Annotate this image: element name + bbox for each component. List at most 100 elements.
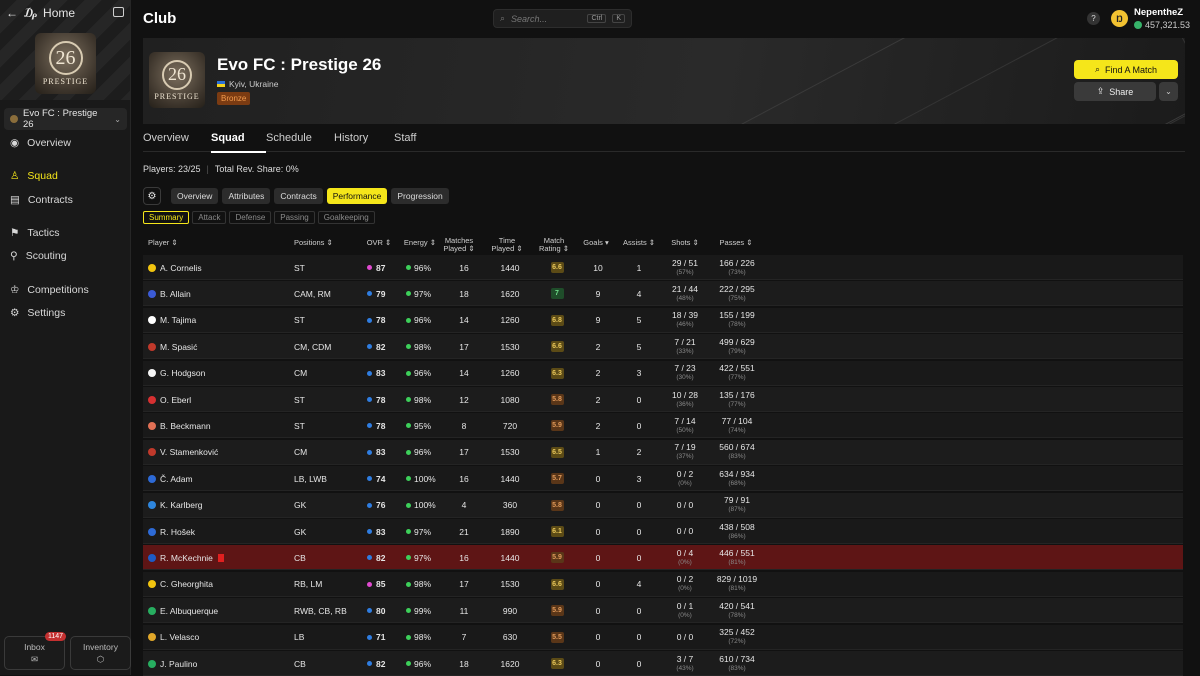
match-rating-badge: 5.8 [550, 499, 564, 511]
tab-staff[interactable]: Staff [394, 124, 444, 152]
player-cell[interactable]: Č. Adam [148, 466, 193, 491]
avatar[interactable]: Ŋ [1111, 10, 1128, 27]
matches-played-cell: 21 [459, 526, 469, 537]
share-options-button[interactable]: ⌄ [1159, 82, 1178, 101]
search-input[interactable]: ⌕ Search... Ctrl K [493, 9, 632, 28]
subview-passing[interactable]: Passing [274, 211, 315, 224]
player-cell[interactable]: V. Stamenković [148, 440, 218, 465]
col-ovr[interactable]: OVR ⇕ [359, 239, 399, 247]
player-cell[interactable]: G. Hodgson [148, 361, 205, 386]
ovr-cell: 83 [367, 519, 385, 544]
find-match-button[interactable]: ⌕ Find A Match [1074, 60, 1178, 79]
col-time-played[interactable]: Time Played ⇕ [487, 237, 527, 253]
passes-value: 422 / 551 [719, 363, 755, 374]
ovr-value: 78 [376, 394, 386, 405]
col-energy[interactable]: Energy ⇕ [397, 239, 443, 247]
ovr-value: 79 [376, 288, 386, 299]
sidebar-item-tactics[interactable]: ⚑ Tactics [0, 223, 131, 243]
energy-dot-icon [406, 397, 411, 402]
player-cell[interactable]: E. Albuquerque [148, 598, 218, 623]
table-row[interactable]: R. Hošek GK 83 97% 21 1890 6.1 0 0 0 / 0 438 / 508… [143, 519, 1183, 544]
table-row[interactable]: Č. Adam LB, LWB 74 100% 16 1440 5.7 0 3 0 / 2 (0%)… [143, 466, 1183, 492]
share-button[interactable]: ⇪ Share [1074, 82, 1156, 101]
inventory-button[interactable]: Inventory ⬡ [70, 636, 131, 670]
table-settings-button[interactable]: ⚙ [143, 187, 161, 205]
col-match-rating[interactable]: Match Rating ⇕ [532, 237, 576, 253]
positions-cell: CAM, RM [294, 288, 331, 299]
inbox-button[interactable]: 1147 Inbox ✉ [4, 632, 67, 670]
ovr-dot-icon [367, 608, 372, 614]
table-row[interactable]: C. Gheorghita RB, LM 85 98% 17 1530 6.6 0 4 0 / 2… [143, 571, 1183, 597]
sidebar-item-squad[interactable]: ♙ Squad [0, 166, 131, 186]
home-link[interactable]: ← ₯ Home [6, 6, 75, 20]
collapse-sidebar-icon[interactable] [113, 7, 124, 17]
table-row[interactable]: J. Paulino CB 82 96% 18 1620 6.3 0 0 3 / 7 (43%) 61… [143, 651, 1183, 676]
player-cell[interactable]: M. Spasić [148, 334, 197, 359]
tab-squad[interactable]: Squad [211, 124, 266, 153]
table-row[interactable]: B. Allain CAM, RM 79 97% 18 1620 7 9 4 21 / 44 (48… [143, 281, 1183, 307]
col-assists[interactable]: Assists ⇕ [617, 239, 661, 247]
table-row[interactable]: O. Eberl ST 78 98% 12 1080 5.8 2 0 10 / 28 (36%) 13… [143, 387, 1183, 412]
table-row[interactable]: R. McKechnie CB 82 97% 16 1440 5.9 0 0 0 / 4 (0%) 4… [143, 545, 1183, 571]
table-row[interactable]: L. Velasco LB 71 98% 7 630 5.5 0 0 0 / 0 325 / 452… [143, 624, 1183, 650]
col-positions[interactable]: Positions ⇕ [294, 239, 333, 247]
table-row[interactable]: M. Tajima ST 78 96% 14 1260 6.8 9 5 18 / 39 (46%) 1… [143, 307, 1183, 333]
tab-schedule[interactable]: Schedule [266, 124, 334, 152]
help-icon[interactable]: ? [1087, 12, 1100, 25]
sidebar-item-scouting[interactable]: ⚲ Scouting [0, 246, 131, 266]
view-progression[interactable]: Progression [391, 188, 449, 204]
view-performance[interactable]: Performance [326, 188, 388, 204]
passes-cell: 499 / 629 (79%) [711, 334, 763, 359]
table-row[interactable]: K. Karlberg GK 76 100% 4 360 5.8 0 0 0 / 0 79 / 91… [143, 492, 1183, 518]
rev-share: Total Rev. Share: 0% [214, 164, 299, 174]
player-cell[interactable]: B. Beckmann [148, 413, 211, 438]
sidebar-item-competitions[interactable]: ♔ Competitions [0, 280, 131, 300]
player-cell[interactable]: K. Karlberg [148, 493, 203, 518]
col-shots[interactable]: Shots ⇕ [662, 239, 708, 247]
ovr-value: 78 [376, 420, 386, 431]
col-passes[interactable]: Passes ⇕ [711, 239, 761, 247]
sidebar-item-label: Overview [27, 137, 71, 149]
sidebar-item-overview[interactable]: ◉ Overview [0, 133, 131, 153]
table-row[interactable]: M. Spasić CM, CDM 82 98% 17 1530 6.6 2 5 7 / 21 (3… [143, 334, 1183, 360]
subview-attack[interactable]: Attack [192, 211, 227, 224]
player-cell[interactable]: J. Paulino [148, 651, 197, 676]
tab-history[interactable]: History [334, 124, 394, 152]
table-row[interactable]: A. Cornelis ST 87 96% 16 1440 6.6 10 1 29 / 51 (57… [143, 255, 1183, 280]
username[interactable]: NepentheZ [1134, 7, 1183, 18]
player-cell[interactable]: M. Tajima [148, 308, 196, 333]
view-contracts[interactable]: Contracts [274, 188, 323, 204]
table-row[interactable]: E. Albuquerque RWB, CB, RB 80 99% 11 990 5.9 0 0… [143, 598, 1183, 624]
subview-defense[interactable]: Defense [229, 211, 272, 224]
sidebar-item-contracts[interactable]: ▤ Contracts [0, 190, 131, 210]
col-rating-label-2: Rating ⇕ [538, 244, 570, 253]
inbox-label: Inbox [24, 641, 45, 652]
tab-overview[interactable]: Overview [143, 124, 211, 152]
col-goals[interactable]: Goals ▾ [577, 239, 615, 247]
subview-goalkeeping[interactable]: Goalkeeping [317, 211, 375, 224]
passes-percent: (68%) [728, 479, 746, 487]
energy-cell: 96% [406, 651, 431, 676]
club-selector[interactable]: Evo FC : Prestige 26 ⌄ [4, 108, 127, 130]
player-cell[interactable]: A. Cornelis [148, 255, 202, 280]
view-overview[interactable]: Overview [171, 188, 219, 204]
table-row[interactable]: G. Hodgson CM 83 96% 14 1260 6.3 2 3 7 / 23 (30%) 4… [143, 360, 1183, 386]
col-player[interactable]: Player ⇕ [148, 239, 178, 247]
table-row[interactable]: V. Stamenković CM 83 96% 17 1530 6.5 1 2 7 / 19 (3… [143, 439, 1183, 465]
subview-summary[interactable]: Summary [143, 211, 190, 224]
player-cell[interactable]: O. Eberl [148, 387, 191, 412]
col-matches-played[interactable]: Matches Played ⇕ [439, 237, 479, 253]
player-cell[interactable]: C. Gheorghita [148, 572, 213, 597]
player-cell[interactable]: R. Hošek [148, 519, 195, 544]
sidebar-item-settings[interactable]: ⚙ Settings [0, 303, 131, 323]
shots-cell: 21 / 44 (48%) [663, 281, 707, 306]
player-cell[interactable]: R. McKechnie [148, 545, 224, 570]
view-attributes[interactable]: Attributes [222, 188, 271, 204]
table-row[interactable]: B. Beckmann ST 78 95% 8 720 5.9 2 0 7 / 14 (50%) 77… [143, 413, 1183, 439]
sidebar: ← ₯ Home 26 PRESTIGE Evo FC : Prestige 2… [0, 0, 131, 675]
player-cell[interactable]: L. Velasco [148, 625, 199, 650]
time-played-cell: 1260 [500, 368, 520, 379]
player-cell[interactable]: B. Allain [148, 281, 191, 306]
energy-dot-icon [406, 529, 411, 534]
shots-stat: 0 / 0 [677, 519, 694, 544]
